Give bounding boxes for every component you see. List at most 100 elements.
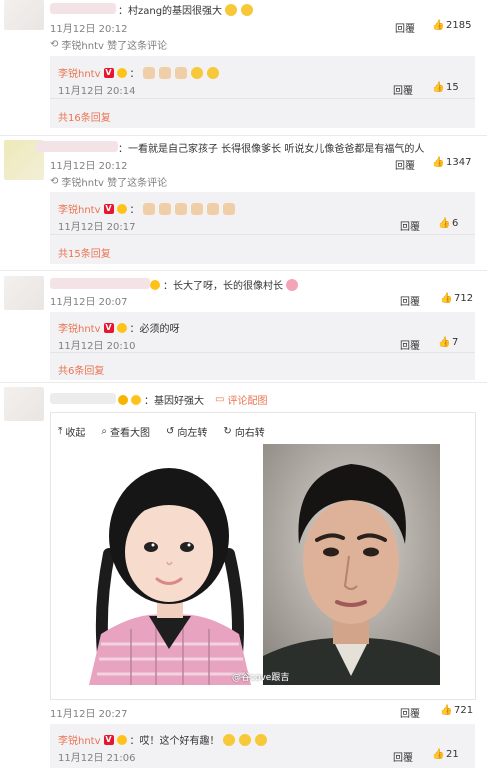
collapse-button[interactable]: ⤒ 收起 [58, 424, 85, 439]
verified-v-icon: V [103, 67, 114, 78]
view-large-button[interactable]: ⌕ 查看大图 [101, 424, 150, 439]
like-button[interactable]: 👍 2185 [432, 20, 471, 31]
more-replies-link[interactable]: 共6条回复 [58, 362, 104, 377]
sub-reply-box: 李锐hntv V ： 11月12日 20:17 回覆 👍 6 共15条回复 [50, 192, 475, 264]
thumb-up-icon: 👍 [438, 217, 451, 229]
clap-emoji-icon [174, 66, 187, 79]
liked-by-text: 李锐hntv 赞了这条评论 [61, 41, 168, 52]
reply-author[interactable]: 李锐hntv [58, 201, 101, 216]
reply-button[interactable]: 回覆 [393, 82, 413, 97]
like-count: 1347 [446, 157, 472, 168]
like-button[interactable]: 👍 712 [440, 293, 473, 304]
clap-emoji-icon [206, 202, 219, 215]
liked-icon: ⟲ [50, 176, 59, 187]
clap-emoji-icon [222, 202, 235, 215]
magnifier-icon: ⌕ [101, 426, 108, 437]
crown-badge-icon [116, 203, 127, 214]
reply-button[interactable]: 回覆 [400, 705, 420, 720]
crown-badge-icon [116, 322, 127, 333]
like-button[interactable]: 👍 21 [432, 749, 459, 760]
username-blurred[interactable] [50, 278, 150, 289]
thumb-up-icon: 👍 [432, 81, 445, 93]
crown-badge-icon [116, 734, 127, 745]
image-watermark: @谷cove跟吉 [232, 673, 290, 683]
cry-laugh-emoji-icon [225, 3, 238, 16]
like-count: 2185 [446, 20, 472, 31]
reply-button[interactable]: 回覆 [395, 20, 415, 35]
reply-text: ：哎！这个好有趣！ [129, 736, 220, 747]
rotate-right-label: 向右转 [234, 428, 265, 439]
reply-text: ：必须的呀 [129, 324, 180, 335]
username-blurred[interactable] [50, 393, 116, 404]
thumbs-up-emoji-icon [238, 733, 251, 746]
reply-time: 11月12日 21:06 [58, 753, 136, 764]
comment-text: ：长大了呀，长的很像村长 [163, 281, 283, 292]
reply-time: 11月12日 20:10 [58, 341, 136, 352]
reply-author[interactable]: 李锐hntv [58, 320, 101, 335]
like-button[interactable]: 👍 15 [432, 82, 459, 93]
avatar[interactable] [4, 276, 44, 310]
sub-reply-box: 李锐hntv V ：必须的呀 11月12日 20:10 回覆 👍 7 共6条回复 [50, 312, 475, 380]
sub-reply-box: 李锐hntv V ：哎！这个好有趣！ 11月12日 21:06 回覆 👍 21 [50, 724, 475, 768]
man-photo[interactable] [263, 444, 440, 685]
image-icon: ▭ [215, 394, 225, 405]
rotate-left-button[interactable]: ↺ 向左转 [166, 424, 207, 439]
like-count: 7 [452, 337, 459, 348]
reply-colon: ： [129, 205, 140, 216]
collapse-label: 收起 [65, 428, 86, 439]
thumbs-up-emoji-icon [254, 733, 267, 746]
reply-text: ： [129, 69, 140, 80]
reply-button[interactable]: 回覆 [393, 749, 413, 764]
clap-emoji-icon [174, 202, 187, 215]
reply-author[interactable]: 李锐hntv [58, 732, 101, 747]
like-count: 712 [454, 293, 474, 304]
crown-badge-icon [131, 394, 141, 405]
comment-time: 11月12日 20:27 [50, 709, 128, 720]
username-blurred[interactable] [50, 3, 116, 14]
username-blurred[interactable] [36, 141, 118, 152]
like-button[interactable]: 👍 7 [438, 337, 458, 348]
like-count: 721 [454, 705, 474, 716]
verified-v-icon: V [103, 322, 114, 333]
clap-emoji-icon [158, 66, 171, 79]
reply-button[interactable]: 回覆 [400, 337, 420, 352]
avatar[interactable] [4, 387, 44, 421]
thumb-up-icon: 👍 [432, 748, 445, 760]
like-button[interactable]: 👍 6 [438, 218, 458, 229]
thumbs-up-emoji-icon [206, 66, 219, 79]
liked-by-text: 李锐hntv 赞了这条评论 [61, 178, 168, 189]
rotate-right-button[interactable]: ↻ 向右转 [223, 424, 264, 439]
view-large-label: 查看大图 [110, 428, 151, 439]
verified-v-icon: V [103, 203, 114, 214]
thumb-up-icon: 👍 [440, 292, 453, 304]
liked-icon: ⟲ [50, 39, 59, 50]
comment-text: ：基因好强大 [144, 396, 204, 407]
reply-button[interactable]: 回覆 [400, 293, 420, 308]
avatar[interactable] [4, 0, 44, 30]
reply-button[interactable]: 回覆 [395, 157, 415, 172]
reply-author[interactable]: 李锐hntv [58, 65, 101, 80]
clap-emoji-icon [142, 66, 155, 79]
clap-emoji-icon [158, 202, 171, 215]
thumb-up-icon: 👍 [432, 19, 445, 31]
thumbs-up-emoji-icon [190, 66, 203, 79]
arrow-up-icon: ⤒ [58, 426, 63, 437]
sub-reply-box: 李锐hntv V ： 11月12日 20:14 回覆 👍 15 共16条回复 [50, 56, 475, 128]
girl-photo[interactable] [81, 444, 258, 685]
reply-button[interactable]: 回覆 [400, 218, 420, 233]
rotate-right-icon: ↻ [223, 426, 232, 437]
more-replies-link[interactable]: 共15条回复 [58, 245, 111, 260]
comment-pic-link[interactable]: 评论配图 [227, 392, 267, 407]
reply-time: 11月12日 20:14 [58, 86, 136, 97]
pig-emoji-icon [286, 278, 298, 291]
vip-badge-icon [118, 394, 128, 405]
comment-time: 11月12日 20:07 [50, 297, 128, 308]
like-button[interactable]: 👍 721 [440, 705, 473, 716]
thumb-up-icon: 👍 [440, 704, 453, 716]
thumb-up-icon: 👍 [438, 336, 451, 348]
like-button[interactable]: 👍 1347 [432, 157, 471, 168]
reply-time: 11月12日 20:17 [58, 222, 136, 233]
more-replies-link[interactable]: 共16条回复 [58, 109, 111, 124]
verified-v-icon: V [103, 734, 114, 745]
like-count: 21 [446, 749, 459, 760]
